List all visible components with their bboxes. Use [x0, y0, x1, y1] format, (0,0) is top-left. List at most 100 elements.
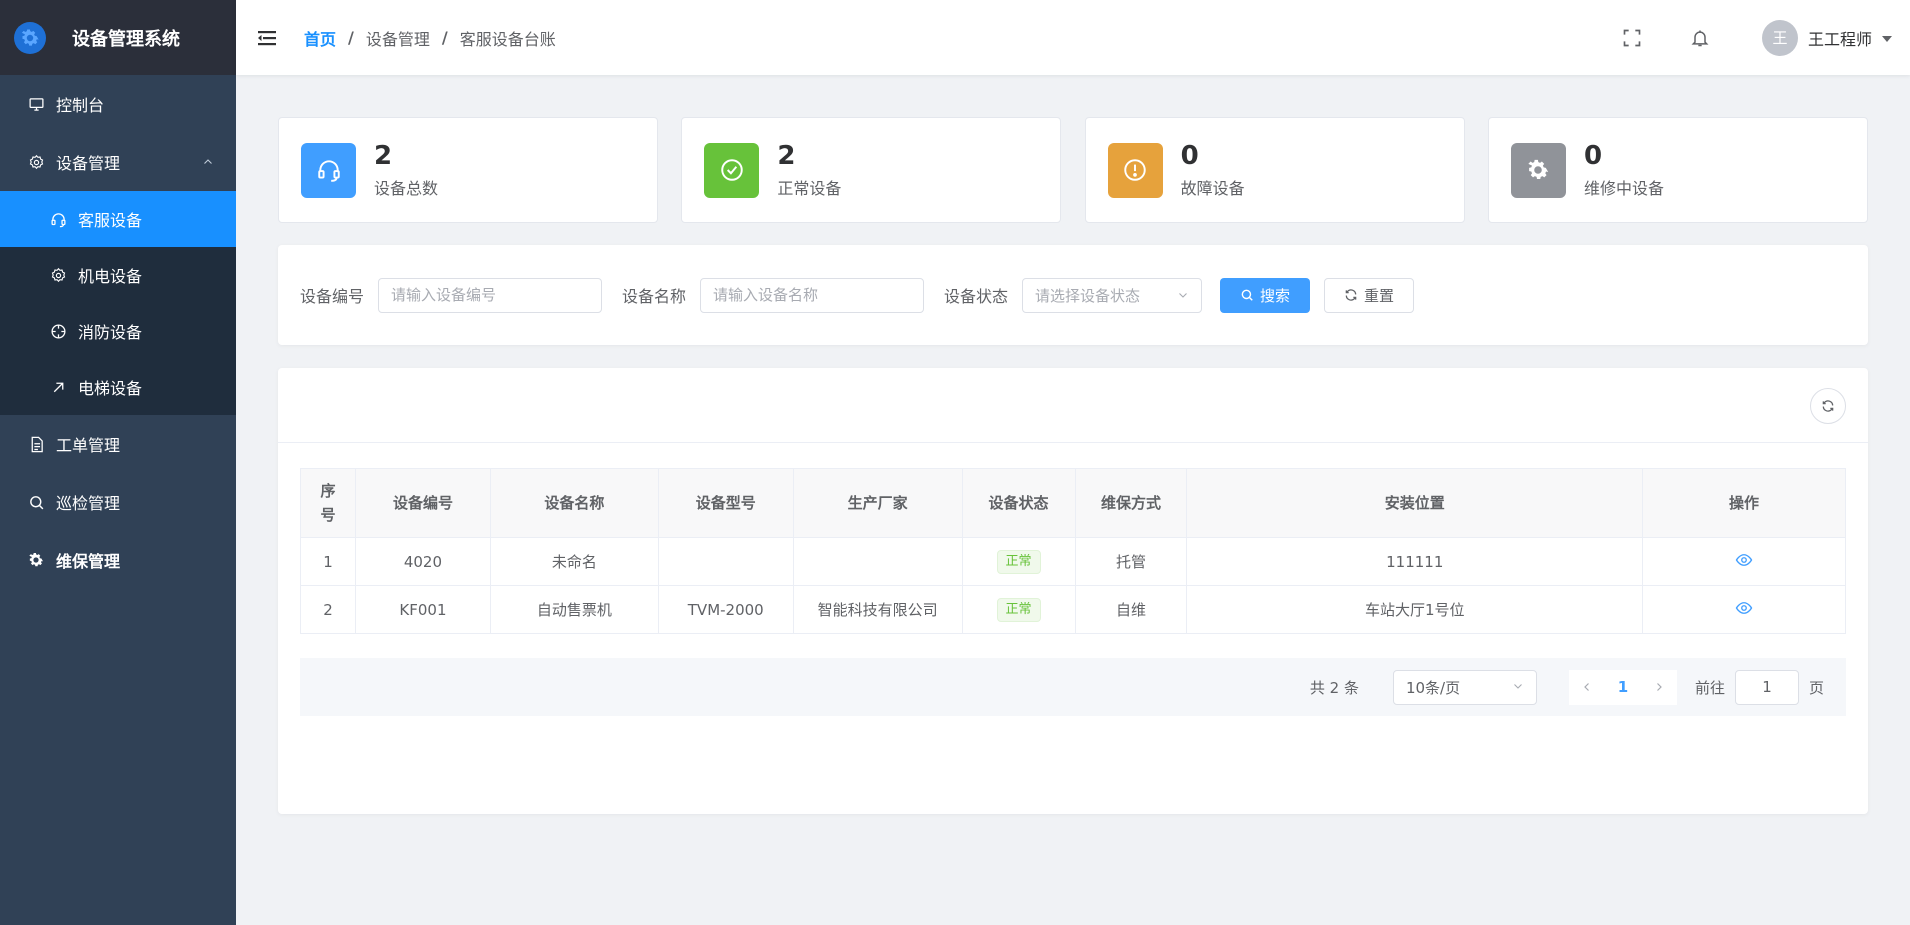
- col-header: 设备型号: [657, 468, 794, 538]
- status-badge: 正常: [996, 549, 1041, 574]
- menu-toggle-icon[interactable]: [256, 27, 278, 49]
- refresh-table-button[interactable]: [1810, 388, 1846, 424]
- sidebar-item-maintenance[interactable]: 维保管理: [0, 531, 236, 589]
- view-eye-icon[interactable]: [1735, 599, 1753, 617]
- reset-button[interactable]: 重置: [1324, 277, 1415, 313]
- arrow-up-right-icon: [48, 377, 68, 397]
- chevron-down-icon: [1177, 286, 1189, 305]
- sidebar-item-label: 消防设备: [78, 323, 143, 342]
- search-button[interactable]: 搜索: [1220, 277, 1311, 313]
- col-header: 安装位置: [1186, 468, 1644, 538]
- page-number-current[interactable]: 1: [1605, 670, 1641, 705]
- col-header: 维保方式: [1074, 468, 1188, 538]
- monitor-icon: [26, 94, 46, 114]
- col-header: 设备编号: [354, 468, 491, 538]
- sidebar-item-elevator-devices[interactable]: 电梯设备: [0, 359, 236, 415]
- cell-actions: [1642, 585, 1846, 634]
- cell-maintenance: 自维: [1074, 585, 1188, 634]
- search-form: 设备编号 设备名称 设备状态 请选择设备状态 搜索 重置: [278, 245, 1868, 345]
- cell-maker: [792, 537, 963, 586]
- sidebar-item-label: 维保管理: [56, 552, 121, 571]
- fullscreen-icon[interactable]: [1620, 26, 1644, 50]
- gear-logo-icon: [14, 21, 46, 54]
- code-label: 设备编号: [300, 287, 365, 306]
- search-icon: [1240, 288, 1254, 302]
- gear-filled-icon: [26, 550, 46, 570]
- stats-row: 2 设备总数 2 正常设备 0 故障设备 0 维修中设备: [278, 117, 1868, 223]
- sidebar-item-service-devices[interactable]: 客服设备: [0, 191, 236, 247]
- col-header: 生产厂家: [792, 468, 963, 538]
- crosshair-icon: [48, 321, 68, 341]
- page-size-select[interactable]: 10条/页: [1392, 669, 1537, 705]
- top-header: 首页 / 设备管理 / 客服设备台账 王 王工程师: [236, 0, 1910, 75]
- sidebar-item-inspection[interactable]: 巡检管理: [0, 473, 236, 531]
- sidebar-item-label: 控制台: [56, 96, 105, 115]
- col-header: 操作: [1642, 468, 1846, 538]
- stat-value: 2: [374, 141, 393, 171]
- stat-card-repair: 0 维修中设备: [1487, 117, 1868, 223]
- cell-code: KF001: [354, 585, 491, 634]
- breadcrumb-separator: /: [441, 28, 448, 47]
- device-table: 序号 设备编号 设备名称 设备型号 生产厂家 设备状态 维保方式 安装位置 操作…: [300, 468, 1846, 634]
- cell-name: 自动售票机: [489, 585, 659, 634]
- refresh-icon: [1344, 288, 1358, 302]
- cell-model: TVM-2000: [657, 585, 794, 634]
- device-status-select[interactable]: 请选择设备状态: [1022, 277, 1203, 313]
- gear-icon: [1510, 142, 1566, 198]
- warning-icon: [1107, 142, 1163, 198]
- device-code-input[interactable]: [378, 277, 603, 313]
- table-row: 1 4020 未命名 正常 托管 111111: [300, 537, 1846, 586]
- bell-icon[interactable]: [1688, 26, 1712, 50]
- username[interactable]: 王工程师: [1808, 26, 1872, 50]
- sidebar-item-label: 设备管理: [56, 154, 121, 173]
- sidebar-item-label: 电梯设备: [78, 379, 143, 398]
- pagination-total: 共 2 条: [1309, 678, 1359, 697]
- col-header: 序号: [300, 468, 356, 538]
- breadcrumb-separator: /: [348, 28, 354, 47]
- sidebar-menu: 控制台 设备管理 客服设备 机电设备 消防设备 电梯设备 工单管理 巡检管理 维…: [0, 75, 236, 589]
- sidebar-item-fire-devices[interactable]: 消防设备: [0, 303, 236, 359]
- next-page-icon[interactable]: [1641, 670, 1677, 705]
- goto-suffix: 页: [1808, 678, 1824, 697]
- reset-button-label: 重置: [1364, 286, 1395, 305]
- status-select-placeholder: 请选择设备状态: [1035, 286, 1141, 305]
- cell-status: 正常: [961, 537, 1076, 586]
- sidebar-item-dashboard[interactable]: 控制台: [0, 75, 236, 133]
- table-row: 2 KF001 自动售票机 TVM-2000 智能科技有限公司 正常 自维 车站…: [300, 585, 1846, 634]
- chevron-down-icon: [1512, 678, 1524, 696]
- page-jumper: 前往 页: [1694, 669, 1824, 705]
- view-eye-icon[interactable]: [1735, 551, 1753, 569]
- document-icon: [26, 434, 46, 454]
- sidebar-item-device-management[interactable]: 设备管理: [0, 133, 236, 191]
- col-header: 设备名称: [489, 468, 659, 538]
- cell-location: 111111: [1186, 537, 1644, 586]
- col-header: 设备状态: [961, 468, 1076, 538]
- sidebar: 设备管理系统 控制台 设备管理 客服设备 机电设备 消防设备 电梯设备 工单管理…: [0, 0, 236, 925]
- name-label: 设备名称: [622, 287, 687, 306]
- goto-prefix: 前往: [1694, 678, 1725, 697]
- status-badge: 正常: [996, 597, 1041, 622]
- caret-down-icon[interactable]: [1882, 28, 1892, 47]
- sidebar-item-label: 巡检管理: [56, 494, 121, 513]
- search-icon: [26, 492, 46, 512]
- cell-location: 车站大厅1号位: [1186, 585, 1644, 634]
- prev-page-icon[interactable]: [1569, 670, 1605, 705]
- breadcrumb: 首页 / 设备管理 / 客服设备台账: [304, 26, 556, 50]
- avatar[interactable]: 王: [1761, 19, 1798, 56]
- stat-value: 0: [1583, 141, 1603, 171]
- cell-code: 4020: [354, 537, 491, 586]
- pagination: 共 2 条 10条/页 1 前往 页: [300, 658, 1846, 716]
- sidebar-item-mechanical-devices[interactable]: 机电设备: [0, 247, 236, 303]
- status-label: 设备状态: [944, 287, 1009, 306]
- stat-label: 故障设备: [1180, 179, 1245, 198]
- brand: 设备管理系统: [0, 0, 236, 75]
- breadcrumb-home[interactable]: 首页: [304, 26, 336, 50]
- stat-label: 维修中设备: [1583, 179, 1664, 198]
- stat-label: 设备总数: [374, 179, 439, 198]
- device-name-input[interactable]: [700, 277, 925, 313]
- sidebar-item-label: 机电设备: [78, 267, 143, 286]
- main-content: 2 设备总数 2 正常设备 0 故障设备 0 维修中设备 设备编号 请输入设备编…: [236, 75, 1910, 925]
- headset-icon: [301, 142, 356, 198]
- sidebar-item-work-orders[interactable]: 工单管理: [0, 415, 236, 473]
- goto-page-input[interactable]: [1734, 669, 1799, 705]
